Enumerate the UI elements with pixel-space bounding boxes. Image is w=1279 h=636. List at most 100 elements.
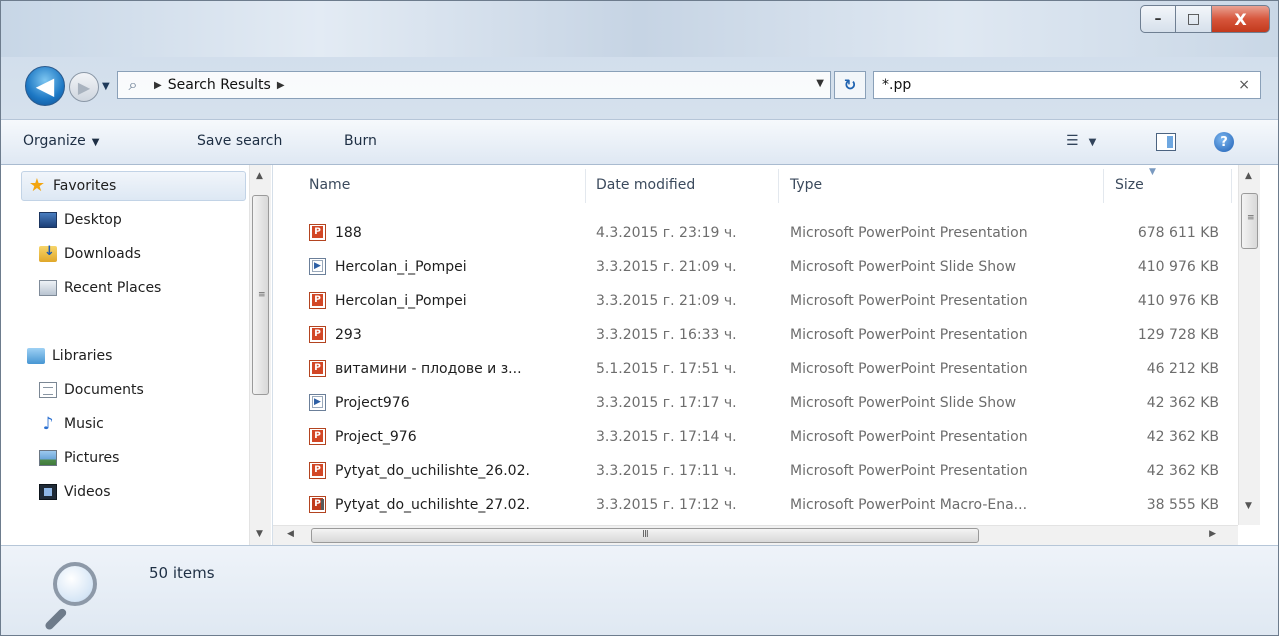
file-type: Microsoft PowerPoint Slide Show	[790, 395, 1017, 411]
file-name: Pytyat_do_uchilishte_26.02.	[335, 463, 530, 479]
column-header-name[interactable]: Name	[309, 177, 350, 201]
forward-button[interactable]: ▶	[69, 72, 99, 102]
sidebar-item-music[interactable]: ♪ Music	[21, 407, 246, 441]
scroll-down-icon[interactable]: ▼	[256, 529, 263, 539]
table-row[interactable]: Hercolan_i_Pompei 3.3.2015 г. 21:09 ч. M…	[273, 251, 1238, 285]
table-row[interactable]: 293 3.3.2015 г. 16:33 ч. Microsoft Power…	[273, 319, 1238, 353]
item-count: 50 items	[149, 564, 215, 582]
table-row[interactable]: 188 4.3.2015 г. 23:19 ч. Microsoft Power…	[273, 217, 1238, 251]
close-button[interactable]: X	[1212, 5, 1270, 33]
scroll-up-icon[interactable]: ▲	[256, 171, 263, 181]
sidebar-item-recent-places[interactable]: Recent Places	[21, 271, 246, 305]
file-size: 678 611 KB	[1137, 225, 1219, 241]
table-row[interactable]: Pytyat_do_uchilishte_27.02. 3.3.2015 г. …	[273, 489, 1238, 523]
scroll-down-icon[interactable]: ▼	[1245, 501, 1252, 511]
table-row[interactable]: Project_976 3.3.2015 г. 17:14 ч. Microso…	[273, 421, 1238, 455]
search-icon: ⌕	[128, 75, 138, 94]
sidebar-item-label: Pictures	[64, 450, 120, 466]
ppsx-icon	[309, 258, 326, 275]
column-divider[interactable]	[1103, 169, 1104, 203]
file-date: 3.3.2015 г. 16:33 ч.	[596, 327, 737, 343]
preview-pane-icon[interactable]	[1156, 133, 1176, 151]
grip-icon: ≡	[258, 290, 266, 300]
file-list-vertical-scrollbar[interactable]: ▲ ≡ ▼	[1238, 165, 1260, 525]
file-date: 3.3.2015 г. 17:12 ч.	[596, 497, 737, 513]
column-header-type[interactable]: Type	[790, 177, 822, 201]
address-bar[interactable]: ⌕ ▶ Search Results ▶ ▼	[117, 71, 831, 99]
file-name: витамини - плодове и з...	[335, 361, 522, 377]
file-size: 42 362 KB	[1146, 429, 1219, 445]
save-search-button[interactable]: Save search	[197, 133, 282, 149]
sidebar-item-videos[interactable]: Videos	[21, 475, 246, 509]
recent-places-icon	[39, 280, 57, 296]
search-query[interactable]: *.pp	[882, 77, 911, 93]
refresh-button[interactable]: ↻	[834, 71, 866, 99]
file-size: 42 362 KB	[1146, 395, 1219, 411]
file-size: 38 555 KB	[1146, 497, 1219, 513]
burn-button[interactable]: Burn	[344, 133, 377, 149]
scroll-right-icon[interactable]: ▶	[1209, 529, 1216, 539]
sidebar-item-pictures[interactable]: Pictures	[21, 441, 246, 475]
table-row[interactable]: Hercolan_i_Pompei 3.3.2015 г. 21:09 ч. M…	[273, 285, 1238, 319]
minimize-button[interactable]: –	[1140, 5, 1176, 33]
title-bar: – □ X	[1, 1, 1278, 57]
breadcrumb-search-results[interactable]: Search Results	[168, 77, 271, 93]
column-header-size[interactable]: Size	[1115, 177, 1144, 201]
file-date: 3.3.2015 г. 17:17 ч.	[596, 395, 737, 411]
file-date: 3.3.2015 г. 21:09 ч.	[596, 293, 737, 309]
ppsx-icon	[309, 394, 326, 411]
file-list-horizontal-scrollbar[interactable]: ◀ III ▶	[273, 525, 1238, 545]
organize-button[interactable]: Organize ▼	[23, 133, 99, 149]
sidebar-item-downloads[interactable]: Downloads	[21, 237, 246, 271]
address-dropdown-icon[interactable]: ▼	[816, 78, 824, 89]
libraries-icon	[27, 348, 45, 364]
file-type: Microsoft PowerPoint Presentation	[790, 429, 1028, 445]
file-name: Pytyat_do_uchilishte_27.02.	[335, 497, 530, 513]
clear-search-icon[interactable]: ×	[1238, 77, 1250, 93]
navigation-scrollbar[interactable]: ▲ ≡ ▼	[249, 165, 271, 545]
column-divider[interactable]	[1231, 169, 1232, 203]
scrollbar-thumb[interactable]: III	[311, 528, 979, 543]
scrollbar-thumb[interactable]: ≡	[252, 195, 269, 395]
pictures-icon	[39, 450, 57, 466]
table-row[interactable]: Pytyat_do_uchilishte_26.02. 3.3.2015 г. …	[273, 455, 1238, 489]
breadcrumb-arrow-icon[interactable]: ▶	[154, 80, 162, 91]
organize-label: Organize	[23, 133, 86, 149]
file-type: Microsoft PowerPoint Presentation	[790, 293, 1028, 309]
sidebar-item-libraries[interactable]: Libraries	[21, 339, 246, 373]
table-row[interactable]: Project976 3.3.2015 г. 17:17 ч. Microsof…	[273, 387, 1238, 421]
back-button[interactable]: ◀	[25, 66, 65, 106]
grip-icon: ≡	[1247, 213, 1255, 223]
column-headers: Name Date modified Type ▼ Size	[273, 165, 1238, 207]
breadcrumb-arrow-icon[interactable]: ▶	[277, 80, 285, 91]
file-type: Microsoft PowerPoint Presentation	[790, 463, 1028, 479]
sidebar-item-label: Favorites	[53, 178, 117, 194]
file-size: 42 362 KB	[1146, 463, 1219, 479]
recent-pages-dropdown[interactable]: ▼	[102, 81, 110, 92]
file-type: Microsoft PowerPoint Presentation	[790, 327, 1028, 343]
command-bar: Organize ▼ Save search Burn ☰ ▼ ?	[1, 119, 1278, 165]
table-row[interactable]: витамини - плодове и з... 5.1.2015 г. 17…	[273, 353, 1238, 387]
help-icon[interactable]: ?	[1214, 132, 1234, 152]
content-area: ★ Favorites Desktop Downloads Recent Pla…	[1, 165, 1278, 545]
change-view-button[interactable]: ☰ ▼	[1066, 133, 1096, 149]
pptx-icon	[309, 360, 326, 377]
scrollbar-thumb[interactable]: ≡	[1241, 193, 1258, 249]
column-header-date[interactable]: Date modified	[596, 177, 695, 201]
sidebar-item-favorites[interactable]: ★ Favorites	[21, 171, 246, 201]
pptx-icon	[309, 224, 326, 241]
music-note-icon: ♪	[42, 414, 54, 434]
file-date: 5.1.2015 г. 17:51 ч.	[596, 361, 737, 377]
column-divider[interactable]	[778, 169, 779, 203]
column-divider[interactable]	[585, 169, 586, 203]
chevron-down-icon: ▼	[1088, 137, 1097, 148]
file-rows: 188 4.3.2015 г. 23:19 ч. Microsoft Power…	[273, 217, 1238, 523]
sidebar-item-documents[interactable]: Documents	[21, 373, 246, 407]
navigation-bar: ◀ ▶ ▼ ⌕ ▶ Search Results ▶ ▼ ↻ *.pp ×	[1, 63, 1278, 109]
file-date: 3.3.2015 г. 21:09 ч.	[596, 259, 737, 275]
search-input[interactable]: *.pp ×	[873, 71, 1261, 99]
scroll-left-icon[interactable]: ◀	[287, 529, 294, 539]
sidebar-item-desktop[interactable]: Desktop	[21, 203, 246, 237]
maximize-button[interactable]: □	[1176, 5, 1212, 33]
scroll-up-icon[interactable]: ▲	[1245, 171, 1252, 181]
